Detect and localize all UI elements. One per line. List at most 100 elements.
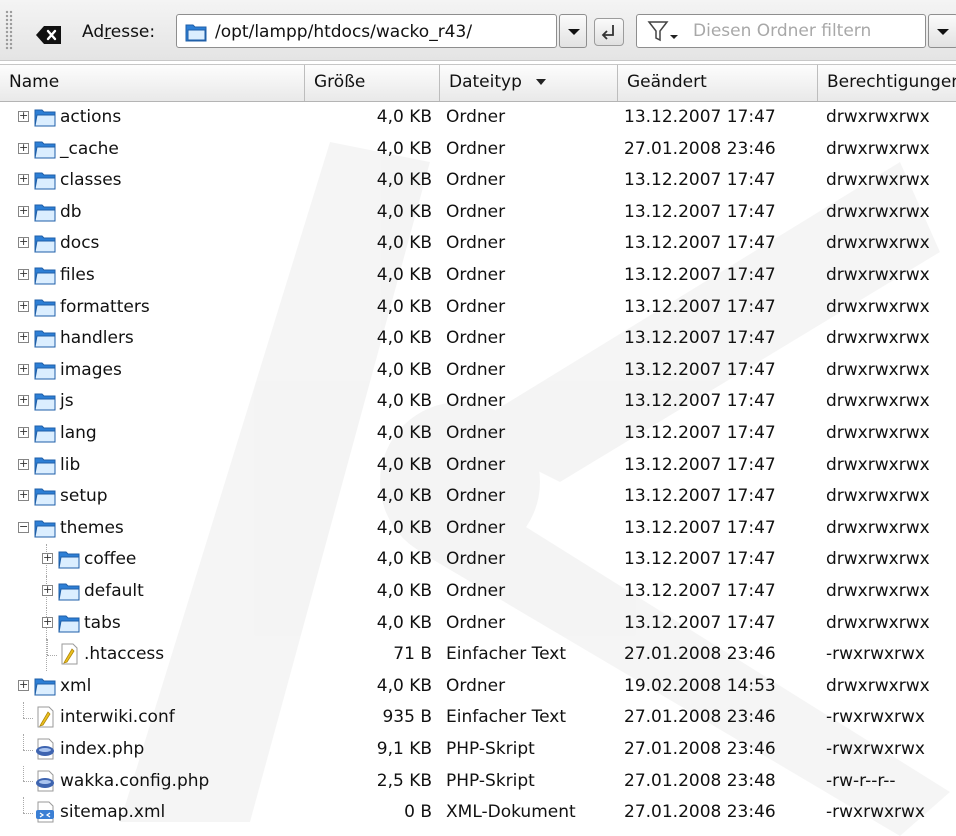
name-cell: wakka.config.php xyxy=(0,765,305,798)
file-name: index.php xyxy=(60,739,145,759)
funnel-filter-icon[interactable] xyxy=(647,19,681,50)
name-cell: + lib xyxy=(0,450,305,482)
type-cell: Ordner xyxy=(446,107,506,127)
filter-input[interactable]: Diesen Ordner filtern xyxy=(693,21,871,41)
list-item[interactable]: + images 4,0 KB Ordner 13.12.2007 17:47 … xyxy=(0,355,956,387)
type-cell: Ordner xyxy=(446,201,506,222)
list-item[interactable]: index.php 9,1 KB PHP-Skript 27.01.2008 2… xyxy=(0,734,956,766)
modified-cell: 13.12.2007 17:47 xyxy=(624,170,776,191)
tree-line xyxy=(23,797,24,813)
type-cell: Ordner xyxy=(446,517,506,538)
tree-line xyxy=(47,639,48,655)
tree-expander[interactable]: + xyxy=(18,236,29,249)
tree-expander[interactable]: − xyxy=(18,521,29,533)
folder-icon xyxy=(34,675,56,697)
file-name: wakka.config.php xyxy=(60,770,210,791)
modified-cell: 13.12.2007 17:47 xyxy=(624,296,776,317)
list-item[interactable]: + coffee 4,0 KB Ordner 13.12.2007 17:47 … xyxy=(0,544,956,576)
column-header-modified[interactable]: Geändert xyxy=(618,65,818,101)
permissions-cell: -rwxrwxrwx xyxy=(826,644,925,665)
column-header-permissions[interactable]: Berechtigungen xyxy=(818,65,956,101)
name-cell: + actions xyxy=(0,102,305,134)
permissions-cell: drwxrwxrwx xyxy=(826,517,930,538)
list-item[interactable]: + db 4,0 KB Ordner 13.12.2007 17:47 drwx… xyxy=(0,197,956,229)
file-name: interwiki.conf xyxy=(60,707,175,728)
list-item[interactable]: sitemap.xml 0 B XML-Dokument 27.01.2008 … xyxy=(0,797,956,829)
clear-location-icon[interactable] xyxy=(34,23,64,47)
size-cell: 4,0 KB xyxy=(376,517,432,538)
list-item[interactable]: interwiki.conf 935 B Einfacher Text 27.0… xyxy=(0,702,956,734)
text-file-icon xyxy=(58,643,80,665)
column-header-type[interactable]: Dateityp xyxy=(440,65,618,101)
permissions-cell: -rwxrwxrwx xyxy=(826,802,925,823)
type-cell: PHP-Skript xyxy=(446,739,535,759)
tree-expander[interactable]: + xyxy=(18,489,29,502)
type-cell: Ordner xyxy=(446,423,506,443)
tree-expander[interactable]: + xyxy=(18,679,29,691)
tree-expander[interactable]: + xyxy=(18,394,29,407)
filter-field[interactable]: Diesen Ordner filtern xyxy=(636,14,926,48)
tree-expander[interactable]: + xyxy=(42,584,53,596)
column-header-size[interactable]: Größe xyxy=(305,65,440,101)
list-item[interactable]: + js 4,0 KB Ordner 13.12.2007 17:47 drwx… xyxy=(0,386,956,418)
list-item[interactable]: + tabs 4,0 KB Ordner 13.12.2007 17:47 dr… xyxy=(0,607,956,640)
column-header-name[interactable]: Name xyxy=(0,65,305,101)
tree-expander[interactable]: + xyxy=(18,458,29,470)
tree-expander[interactable]: + xyxy=(18,110,29,122)
permissions-cell: drwxrwxrwx xyxy=(826,328,930,349)
list-item[interactable]: .htaccess 71 B Einfacher Text 27.01.2008… xyxy=(0,639,956,671)
modified-cell: 13.12.2007 17:47 xyxy=(624,612,776,633)
tree-expander[interactable]: + xyxy=(18,426,29,438)
size-cell: 935 B xyxy=(382,707,432,728)
tree-line xyxy=(23,734,24,750)
address-input[interactable]: /opt/lampp/htdocs/wacko_r43/ xyxy=(215,22,472,42)
tree-expander[interactable]: + xyxy=(18,363,29,375)
list-item[interactable]: + files 4,0 KB Ordner 13.12.2007 17:47 d… xyxy=(0,260,956,292)
address-history-dropdown[interactable] xyxy=(559,14,587,48)
file-name: lang xyxy=(60,423,97,443)
type-cell: Ordner xyxy=(446,170,506,191)
type-cell: Ordner xyxy=(446,233,506,254)
folder-icon xyxy=(34,517,56,539)
tree-expander[interactable]: + xyxy=(18,173,29,186)
tree-expander[interactable]: + xyxy=(42,552,53,565)
permissions-cell: -rw-r--r-- xyxy=(826,770,896,791)
modified-cell: 19.02.2008 14:53 xyxy=(624,675,776,696)
size-cell: 4,0 KB xyxy=(376,296,432,317)
list-item[interactable]: + classes 4,0 KB Ordner 13.12.2007 17:47… xyxy=(0,165,956,197)
tree-expander[interactable]: + xyxy=(18,142,29,154)
list-item[interactable]: + lib 4,0 KB Ordner 13.12.2007 17:47 drw… xyxy=(0,450,956,482)
permissions-cell: drwxrwxrwx xyxy=(826,581,930,601)
file-name: sitemap.xml xyxy=(60,802,166,823)
list-item[interactable]: + xml 4,0 KB Ordner 19.02.2008 14:53 drw… xyxy=(0,671,956,703)
list-item[interactable]: + formatters 4,0 KB Ordner 13.12.2007 17… xyxy=(0,292,956,324)
file-name: default xyxy=(84,581,144,601)
permissions-cell: drwxrwxrwx xyxy=(826,265,930,285)
list-item[interactable]: − themes 4,0 KB Ordner 13.12.2007 17:47 … xyxy=(0,513,956,545)
list-item[interactable]: + actions 4,0 KB Ordner 13.12.2007 17:47… xyxy=(0,102,956,134)
go-return-icon[interactable] xyxy=(594,18,624,46)
filter-dropdown[interactable] xyxy=(928,14,956,48)
list-item[interactable]: wakka.config.php 2,5 KB PHP-Skript 27.01… xyxy=(0,765,956,798)
folder-icon xyxy=(185,22,207,47)
tree-expander[interactable]: + xyxy=(42,616,53,628)
list-item[interactable]: + setup 4,0 KB Ordner 13.12.2007 17:47 d… xyxy=(0,481,956,513)
tree-expander[interactable]: + xyxy=(18,300,29,312)
folder-icon xyxy=(34,327,56,349)
tree-expander[interactable]: + xyxy=(18,205,29,217)
permissions-cell: drwxrwxrwx xyxy=(826,612,930,633)
modified-cell: 13.12.2007 17:47 xyxy=(624,107,776,127)
list-item[interactable]: + _cache 4,0 KB Ordner 27.01.2008 23:46 … xyxy=(0,134,956,166)
list-item[interactable]: + lang 4,0 KB Ordner 13.12.2007 17:47 dr… xyxy=(0,418,956,450)
tree-expander[interactable]: + xyxy=(18,331,29,344)
list-item[interactable]: + docs 4,0 KB Ordner 13.12.2007 17:47 dr… xyxy=(0,228,956,260)
tree-expander[interactable]: + xyxy=(18,268,29,280)
list-item[interactable]: + default 4,0 KB Ordner 13.12.2007 17:47… xyxy=(0,576,956,608)
file-list[interactable]: + actions 4,0 KB Ordner 13.12.2007 17:47… xyxy=(0,102,956,836)
address-field[interactable]: /opt/lampp/htdocs/wacko_r43/ xyxy=(176,14,557,48)
modified-cell: 27.01.2008 23:46 xyxy=(624,644,776,665)
location-toolbar: Adresse: /opt/lampp/htdocs/wacko_r43/ Di… xyxy=(0,0,956,61)
toolbar-grip-handle[interactable] xyxy=(5,10,13,50)
size-cell: 4,0 KB xyxy=(376,549,432,570)
list-item[interactable]: + handlers 4,0 KB Ordner 13.12.2007 17:4… xyxy=(0,323,956,355)
